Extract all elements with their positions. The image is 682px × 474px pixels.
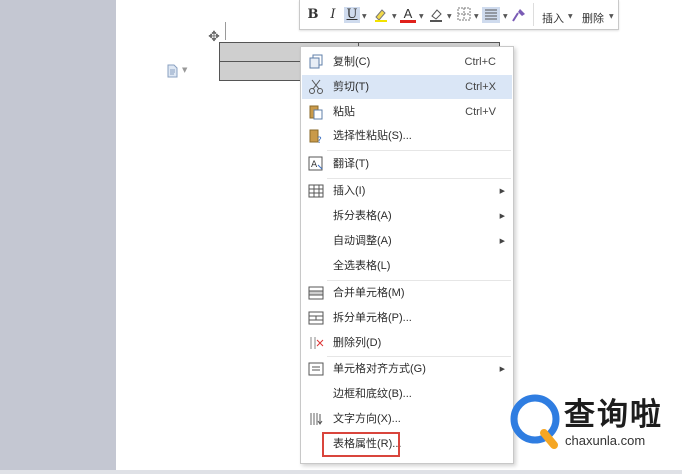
merge-cells-icon	[308, 285, 324, 301]
highlight-outline	[322, 432, 400, 457]
menu-item-insert[interactable]: 插入(I) ▶	[302, 179, 512, 203]
menu-item-translate[interactable]: A 翻译(T)	[302, 152, 512, 176]
delete-column-icon	[308, 335, 324, 351]
scissors-icon	[308, 79, 324, 95]
menu-item-label: 选择性粘贴(S)...	[333, 130, 412, 142]
delete-menu-button[interactable]: 删除	[582, 10, 604, 26]
watermark-brand: 查询啦	[564, 397, 663, 433]
insert-dropdown-icon[interactable]: ▼	[568, 13, 573, 20]
menu-item-copy[interactable]: 复制(C) Ctrl+C	[302, 50, 512, 74]
menu-item-borders-shading[interactable]: 边框和底纹(B)...	[302, 382, 512, 406]
menu-item-paste-special[interactable]: ? 选择性粘贴(S)...	[302, 124, 512, 148]
menu-item-label: 拆分单元格(P)...	[333, 312, 412, 324]
paste-special-icon: ?	[308, 128, 324, 146]
menu-item-label: 文字方向(X)...	[333, 413, 401, 425]
menu-item-label: 拆分表格(A)	[333, 210, 392, 222]
menu-item-merge-cells[interactable]: 合并单元格(M)	[302, 281, 512, 305]
underline-dropdown-icon[interactable]: ▼	[362, 13, 367, 20]
menu-item-label: 复制(C)	[333, 56, 371, 68]
menu-item-paste[interactable]: 粘贴 Ctrl+V	[302, 100, 512, 124]
paste-options-icon[interactable]	[165, 64, 179, 78]
menu-item-label: 全选表格(L)	[333, 260, 391, 272]
menu-item-split-table[interactable]: 拆分表格(A) ▶	[302, 204, 512, 228]
submenu-arrow-icon: ▶	[499, 212, 505, 220]
menu-item-label: 剪切(T)	[333, 81, 370, 93]
cell-align-icon	[308, 361, 324, 377]
menu-item-shortcut: Ctrl+C	[464, 56, 496, 68]
watermark-domain: chaxunla.com	[565, 433, 646, 448]
insert-menu-button[interactable]: 插入	[542, 10, 564, 26]
table-insert-icon	[308, 183, 324, 199]
menu-item-text-direction[interactable]: 文字方向(X)...	[302, 407, 512, 431]
delete-dropdown-icon[interactable]: ▼	[609, 13, 614, 20]
align-dropdown-icon[interactable]: ▼	[503, 13, 508, 20]
bold-button[interactable]: B	[306, 7, 320, 23]
split-cells-icon	[308, 310, 324, 326]
align-icon[interactable]	[482, 7, 500, 23]
paste-options-dropdown-icon[interactable]: ▼	[182, 66, 187, 74]
translate-icon: A	[308, 156, 324, 172]
menu-item-cell-alignment[interactable]: 单元格对齐方式(G) ▶	[302, 357, 512, 381]
shading-icon[interactable]	[428, 7, 444, 23]
menu-item-label: 插入(I)	[333, 185, 366, 197]
menu-item-label: 自动调整(A)	[333, 235, 392, 247]
borders-icon[interactable]	[456, 7, 472, 23]
menu-separator	[327, 150, 511, 151]
svg-text:A: A	[311, 160, 318, 170]
italic-button[interactable]: I	[326, 7, 340, 23]
menu-item-label: 单元格对齐方式(G)	[333, 363, 426, 375]
font-color-dropdown-icon[interactable]: ▼	[419, 13, 424, 20]
menu-item-delete-column[interactable]: 删除列(D)	[302, 331, 512, 355]
highlight-icon[interactable]	[372, 7, 390, 23]
menu-item-label: 删除列(D)	[333, 337, 382, 349]
menu-item-label: 翻译(T)	[333, 158, 370, 170]
underline-button[interactable]: U	[344, 7, 360, 23]
menu-item-label: 合并单元格(M)	[333, 287, 405, 299]
text-direction-icon	[308, 411, 324, 427]
shading-dropdown-icon[interactable]: ▼	[447, 13, 452, 20]
menu-item-split-cells[interactable]: 拆分单元格(P)...	[302, 306, 512, 330]
menu-item-auto-fit[interactable]: 自动调整(A) ▶	[302, 229, 512, 253]
copy-icon	[308, 54, 324, 70]
submenu-arrow-icon: ▶	[499, 237, 505, 245]
toolbar-divider	[533, 3, 534, 26]
borders-dropdown-icon[interactable]: ▼	[474, 13, 479, 20]
paste-icon	[308, 104, 324, 120]
bottom-strip	[0, 470, 682, 474]
submenu-arrow-icon: ▶	[499, 365, 505, 373]
mini-format-toolbar: B I U ▼ ▼ A ▼ ▼ ▼ ▼ 插入 ▼ 删除 ▼	[299, 0, 619, 30]
highlight-dropdown-icon[interactable]: ▼	[392, 13, 397, 20]
svg-text:?: ?	[317, 136, 322, 144]
menu-item-label: 边框和底纹(B)...	[333, 388, 412, 400]
context-menu: 复制(C) Ctrl+C 剪切(T) Ctrl+X 粘贴 Ctrl+V ? 选择…	[300, 46, 514, 464]
menu-item-cut[interactable]: 剪切(T) Ctrl+X	[302, 75, 512, 99]
text-cursor	[225, 22, 226, 40]
font-color-button[interactable]: A	[400, 7, 416, 23]
menu-item-shortcut: Ctrl+X	[465, 81, 496, 93]
menu-item-label: 粘贴	[333, 106, 355, 118]
submenu-arrow-icon: ▶	[499, 187, 505, 195]
format-painter-icon[interactable]	[511, 7, 527, 23]
menu-item-select-table[interactable]: 全选表格(L)	[302, 254, 512, 278]
magnifier-logo-icon	[510, 394, 560, 449]
menu-item-shortcut: Ctrl+V	[465, 106, 496, 118]
watermark-logo: 查询啦 chaxunla.com	[508, 393, 680, 453]
